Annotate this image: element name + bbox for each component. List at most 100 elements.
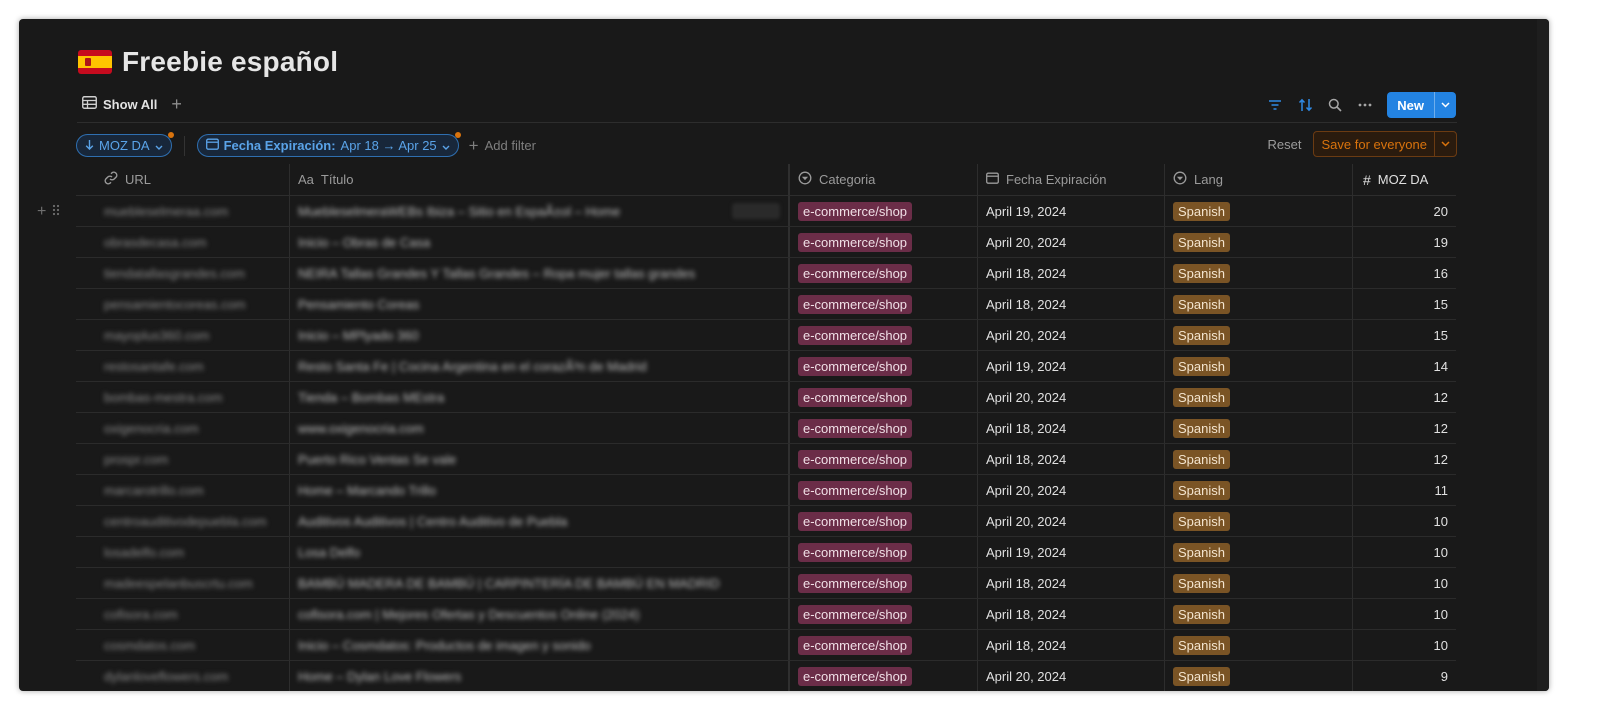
table-row[interactable]: bombas-mestra.com Tienda – Bombas MEstra e…	[76, 382, 1456, 413]
cell-moz[interactable]: 12	[1353, 382, 1456, 412]
url-link[interactable]: tiendatallasgrandes.com	[104, 266, 245, 281]
url-link[interactable]: mayoplus360.com	[104, 328, 210, 343]
cell-url[interactable]: tiendatallasgrandes.com	[76, 258, 290, 288]
cell-date[interactable]: April 18, 2024	[978, 630, 1165, 660]
cell-category[interactable]: e-commerce/shop	[790, 196, 978, 226]
cell-date[interactable]: April 18, 2024	[978, 289, 1165, 319]
cell-url[interactable]: cosmdatos.com	[76, 630, 290, 660]
cell-moz[interactable]: 10	[1353, 568, 1456, 598]
cell-category[interactable]: e-commerce/shop	[790, 599, 978, 629]
sort-chip[interactable]: MOZ DA	[76, 132, 174, 157]
cell-date[interactable]: April 18, 2024	[978, 258, 1165, 288]
url-link[interactable]: marcarotrillo.com	[104, 483, 204, 498]
cell-lang[interactable]: Spanish	[1165, 258, 1353, 288]
cell-url[interactable]: cofisora.com	[76, 599, 290, 629]
cell-lang[interactable]: Spanish	[1165, 506, 1353, 536]
title-text[interactable]: Inicio – Cosmdatos: Productos de imagen …	[298, 638, 591, 653]
cell-url[interactable]: dylanloveflowers.com	[76, 661, 290, 691]
save-for-everyone-button[interactable]: Save for everyone	[1313, 131, 1457, 157]
table-row[interactable]: restosantafe.com Resto Santa Fe | Cocina …	[76, 351, 1456, 382]
page-title[interactable]: Freebie español	[122, 46, 338, 78]
url-link[interactable]: dylanloveflowers.com	[104, 669, 228, 684]
cell-category[interactable]: e-commerce/shop	[790, 506, 978, 536]
cell-title[interactable]: Inicio – Obras de Casa	[290, 227, 790, 257]
cell-date[interactable]: April 19, 2024	[978, 196, 1165, 226]
cell-moz[interactable]: 10	[1353, 506, 1456, 536]
title-text[interactable]: Auditivos Auditivos | Centro Auditivo de…	[298, 514, 567, 529]
title-text[interactable]: www.oxigenocria.com	[298, 421, 424, 436]
cell-lang[interactable]: Spanish	[1165, 537, 1353, 567]
new-button[interactable]: New	[1387, 92, 1456, 118]
cell-title[interactable]: cofisora.com | Mejores Ofertas y Descuen…	[290, 599, 790, 629]
title-text[interactable]: cofisora.com | Mejores Ofertas y Descuen…	[298, 607, 640, 622]
title-text[interactable]: Home – Dylan Love Flowers	[298, 669, 461, 684]
cell-moz[interactable]: 16	[1353, 258, 1456, 288]
table-row[interactable]: mayoplus360.com Inicio – MPlyado 360 e-com…	[76, 320, 1456, 351]
title-text[interactable]: Inicio – MPlyado 360	[298, 328, 419, 343]
url-link[interactable]: muebleselmeraa.com	[104, 204, 228, 219]
table-row[interactable]: losadelfo.com Losa Delfo e-commerce/shop Ap…	[76, 537, 1456, 568]
url-link[interactable]: pensamientocoreas.com	[104, 297, 246, 312]
cell-moz[interactable]: 11	[1353, 475, 1456, 505]
table-row[interactable]: dylanloveflowers.com Home – Dylan Love Fl…	[76, 661, 1456, 691]
cell-category[interactable]: e-commerce/shop	[790, 382, 978, 412]
cell-title[interactable]: Puerto Rico Ventas Se vale	[290, 444, 790, 474]
cell-category[interactable]: e-commerce/shop	[790, 568, 978, 598]
chevron-down-icon[interactable]	[1434, 92, 1456, 118]
title-text[interactable]: Puerto Rico Ventas Se vale	[298, 452, 456, 467]
cell-category[interactable]: e-commerce/shop	[790, 444, 978, 474]
url-link[interactable]: centroauditivodepuebla.com	[104, 514, 267, 529]
cell-url[interactable]: pensamientocoreas.com	[76, 289, 290, 319]
cell-category[interactable]: e-commerce/shop	[790, 351, 978, 381]
cell-lang[interactable]: Spanish	[1165, 661, 1353, 691]
table-row[interactable]: + muebleselmeraa.com MuebleselmeraWEBs Ibi…	[37, 196, 1456, 227]
url-link[interactable]: obrasdecasa.com	[104, 235, 207, 250]
open-badge[interactable]	[732, 203, 780, 219]
cell-lang[interactable]: Spanish	[1165, 320, 1353, 350]
cell-title[interactable]: Home – Dylan Love Flowers	[290, 661, 790, 691]
table-row[interactable]: cofisora.com cofisora.com | Mejores Ofert…	[76, 599, 1456, 630]
title-text[interactable]: MuebleselmeraWEBs Ibiza – Sitio en EspaÃ…	[298, 204, 620, 219]
cell-title[interactable]: MuebleselmeraWEBs Ibiza – Sitio en EspaÃ…	[290, 196, 790, 226]
cell-category[interactable]: e-commerce/shop	[790, 661, 978, 691]
cell-url[interactable]: mayoplus360.com	[76, 320, 290, 350]
column-header-title[interactable]: Aa Título	[290, 164, 790, 195]
reset-button[interactable]: Reset	[1268, 137, 1302, 152]
cell-lang[interactable]: Spanish	[1165, 630, 1353, 660]
cell-title[interactable]: Inicio – Cosmdatos: Productos de imagen …	[290, 630, 790, 660]
tab-show-all[interactable]: Show All	[82, 96, 157, 112]
title-text[interactable]: Inicio – Obras de Casa	[298, 235, 430, 250]
url-link[interactable]: oxigenocria.com	[104, 421, 199, 436]
cell-moz[interactable]: 9	[1353, 661, 1456, 691]
add-filter-button[interactable]: + Add filter	[469, 137, 536, 154]
table-row[interactable]: cosmdatos.com Inicio – Cosmdatos: Product…	[76, 630, 1456, 661]
cell-title[interactable]: Auditivos Auditivos | Centro Auditivo de…	[290, 506, 790, 536]
cell-category[interactable]: e-commerce/shop	[790, 258, 978, 288]
cell-title[interactable]: Pensamiento Coreas	[290, 289, 790, 319]
cell-url[interactable]: restosantafe.com	[76, 351, 290, 381]
cell-title[interactable]: Resto Santa Fe | Cocina Argentina en el …	[290, 351, 790, 381]
cell-lang[interactable]: Spanish	[1165, 289, 1353, 319]
cell-url[interactable]: bombas-mestra.com	[76, 382, 290, 412]
cell-date[interactable]: April 19, 2024	[978, 351, 1165, 381]
cell-title[interactable]: Losa Delfo	[290, 537, 790, 567]
cell-lang[interactable]: Spanish	[1165, 444, 1353, 474]
url-link[interactable]: losadelfo.com	[104, 545, 184, 560]
cell-url[interactable]: muebleselmeraa.com	[76, 196, 290, 226]
cell-title[interactable]: Home – Marcando Trillo	[290, 475, 790, 505]
cell-lang[interactable]: Spanish	[1165, 227, 1353, 257]
table-row[interactable]: madeespelanbuscrtu.com BAMBÚ MADERA DE BA…	[76, 568, 1456, 599]
column-header-moz[interactable]: # MOZ DA	[1353, 164, 1456, 195]
column-header-category[interactable]: Categoria	[790, 164, 978, 195]
cell-lang[interactable]: Spanish	[1165, 568, 1353, 598]
cell-moz[interactable]: 10	[1353, 537, 1456, 567]
more-icon[interactable]	[1357, 97, 1373, 113]
cell-url[interactable]: madeespelanbuscrtu.com	[76, 568, 290, 598]
table-row[interactable]: tiendatallasgrandes.com NEIRA Tallas Gran…	[76, 258, 1456, 289]
spain-flag-icon[interactable]	[78, 50, 112, 74]
cell-title[interactable]: BAMBÚ MADERA DE BAMBÚ | CARPINTERÍA DE B…	[290, 568, 790, 598]
cell-lang[interactable]: Spanish	[1165, 599, 1353, 629]
cell-moz[interactable]: 12	[1353, 444, 1456, 474]
cell-moz[interactable]: 10	[1353, 630, 1456, 660]
plus-icon[interactable]: +	[37, 203, 46, 221]
